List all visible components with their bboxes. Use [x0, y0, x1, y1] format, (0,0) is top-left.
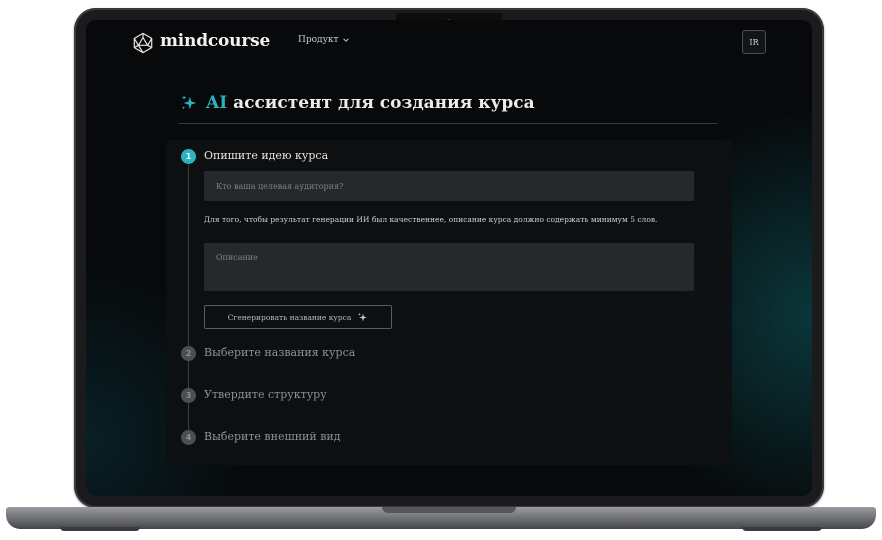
sparkle-icon — [358, 312, 368, 321]
step-4-number: 4 — [181, 430, 196, 445]
step-2-number: 2 — [181, 346, 196, 361]
generate-title-label: Сгенерировать название курса — [227, 312, 352, 322]
page-title-accent: AI — [206, 93, 228, 113]
step-1-label[interactable]: Опишите идею курса — [204, 149, 328, 162]
description-hint: Для того, чтобы результат генерации ИИ б… — [204, 215, 658, 224]
nav-product-menu[interactable]: Продукт — [298, 35, 350, 45]
step-4-label: Выберите внешний вид — [204, 430, 341, 443]
chevron-down-icon — [343, 38, 350, 42]
step-3-label: Утвердите структуру — [204, 388, 327, 401]
laptop-foot-left — [60, 527, 140, 531]
nav-product-label: Продукт — [298, 35, 339, 45]
title-divider — [178, 123, 718, 124]
page-title-text: ассистент для создания курса — [233, 93, 535, 113]
description-field[interactable] — [204, 243, 694, 291]
step-1-number: 1 — [181, 149, 196, 164]
laptop-foot-right — [742, 527, 822, 531]
generate-title-button[interactable]: Сгенерировать название курса — [204, 305, 392, 329]
app-screen: mindcourse Продукт IR AI ассистент для с… — [86, 20, 812, 496]
step-3-number: 3 — [181, 388, 196, 403]
sparkle-icon — [181, 95, 197, 110]
audience-input[interactable] — [204, 171, 694, 201]
avatar-initials: IR — [749, 37, 759, 47]
step-2-label: Выберите названия курса — [204, 346, 356, 359]
page-title: AI ассистент для создания курса — [206, 93, 535, 113]
laptop-opening-lip — [382, 507, 516, 513]
brand-name[interactable]: mindcourse — [160, 31, 270, 51]
user-avatar[interactable]: IR — [742, 30, 766, 54]
polyhedron-logo-icon[interactable] — [132, 32, 154, 54]
